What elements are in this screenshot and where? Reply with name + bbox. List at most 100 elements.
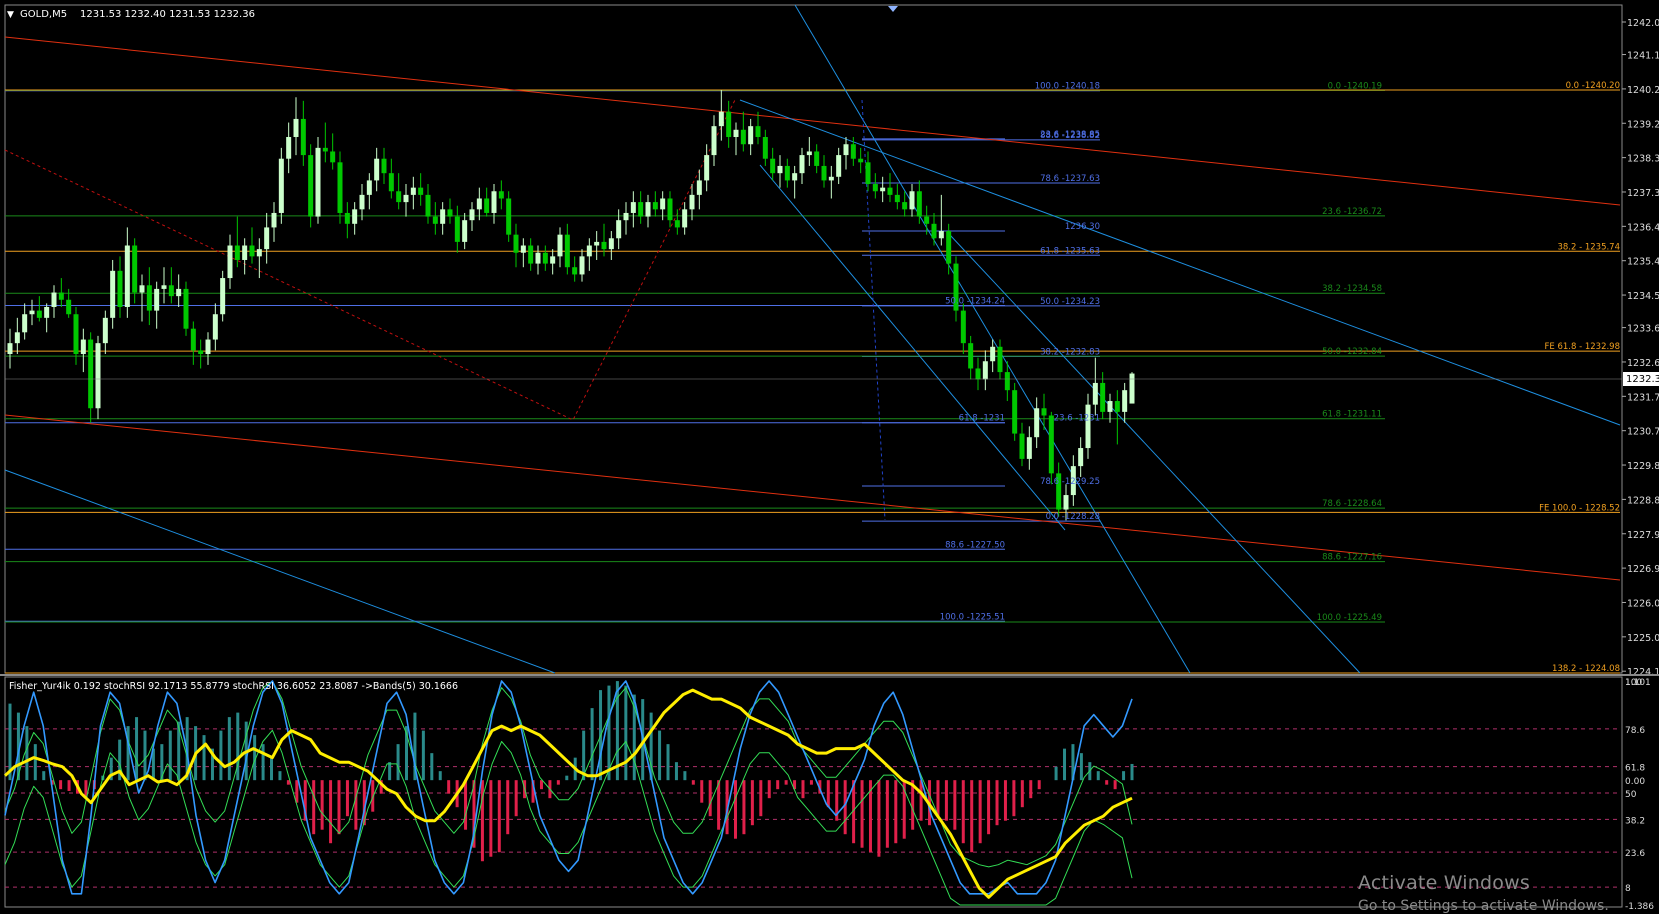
candle-body [513, 234, 519, 253]
candle-body [550, 256, 556, 264]
candle-body [418, 187, 424, 195]
fisher-histogram-bar [168, 730, 172, 781]
fisher-histogram-bar [447, 780, 451, 794]
candle-body [330, 151, 336, 163]
candle-body [733, 129, 739, 138]
candle-body [535, 252, 541, 264]
candle-body [205, 339, 211, 355]
watermark-subtitle: Go to Settings to activate Windows. [1358, 898, 1609, 914]
indicator-axis-label: -1.386 [1625, 902, 1654, 911]
price-axis-label: 1229.83 [1627, 461, 1659, 472]
candle-body [1100, 382, 1106, 412]
candle-body [161, 285, 167, 289]
fisher-histogram-bar [1020, 780, 1024, 808]
candle-body [469, 209, 475, 221]
candle-body [909, 191, 915, 210]
fisher-histogram-bar [919, 780, 923, 821]
candle-body [1078, 448, 1084, 467]
fisher-histogram-bar [784, 780, 788, 785]
candle-body [58, 292, 64, 300]
current-price-label: 1232.36 [1626, 374, 1659, 385]
price-axis-label: 1228.88 [1627, 495, 1659, 506]
candle-body [425, 194, 431, 217]
fib-level-label: 0.0 -1240.19 [1328, 81, 1382, 91]
candle-body [344, 212, 350, 224]
candle-body [645, 202, 651, 217]
fisher-histogram-bar [826, 780, 830, 808]
candle-body [667, 198, 673, 221]
candle-body [1034, 408, 1040, 438]
fisher-histogram-bar [42, 771, 46, 781]
price-axis-label: 1236.43 [1627, 222, 1659, 233]
fisher-histogram-bar [227, 717, 231, 781]
candle-body [623, 212, 629, 221]
fisher-histogram-bar [388, 762, 392, 781]
candle-body [1041, 408, 1047, 416]
candle-body [286, 137, 292, 159]
fisher-histogram-bar [1003, 780, 1007, 821]
fib-level-label: 0.0 -1228.28 [1046, 512, 1100, 522]
trading-chart[interactable]: 100.0 -1240.1823.6 -1238.8588.6 -1238.82… [0, 0, 1659, 911]
candle-body [66, 299, 72, 315]
fisher-histogram-bar [1130, 763, 1134, 781]
fisher-histogram-bar [135, 717, 139, 781]
candle-body [1122, 390, 1128, 412]
fisher-histogram-bar [691, 780, 695, 785]
fisher-histogram-bar [396, 744, 400, 781]
fisher-histogram-bar [860, 780, 864, 848]
candle-body [1026, 437, 1032, 459]
candle-body [322, 147, 328, 152]
candle-body [880, 187, 886, 192]
candle-body [902, 202, 908, 210]
candle-body [51, 292, 57, 307]
candle-body [1129, 373, 1135, 404]
fisher-histogram-bar [1054, 766, 1058, 781]
fib-level-label: 50.0 -1234.24 [945, 297, 1005, 307]
fisher-histogram-bar [295, 780, 299, 803]
fisher-histogram-bar [961, 780, 965, 844]
fisher-histogram-bar [767, 780, 771, 799]
price-axis-label: 1225.08 [1627, 633, 1659, 644]
indicator-axis-label: 38.2 [1625, 816, 1645, 826]
fisher-histogram-bar [1122, 771, 1126, 781]
fib-level-label: 50.0 -1234.23 [1040, 297, 1100, 307]
price-axis-label: 1227.93 [1627, 530, 1659, 541]
fisher-histogram-bar [497, 780, 501, 853]
fisher-histogram-bar [202, 735, 206, 781]
fisher-histogram-bar [438, 771, 442, 781]
candle-body [359, 194, 365, 210]
fib-level-label: 78.6 -1229.25 [1040, 477, 1100, 487]
fisher-histogram-bar [1105, 780, 1109, 785]
candle-body [608, 238, 614, 250]
candle-body [154, 288, 160, 311]
candle-body [198, 350, 204, 355]
candle-body [95, 343, 101, 409]
indicator-axis-label: 100 [1625, 678, 1642, 688]
chart-dropdown-icon[interactable]: ▼ [7, 10, 14, 20]
fisher-histogram-bar [143, 730, 147, 781]
fib-level-label: 38.2 -1234.58 [1322, 284, 1382, 294]
candle-body [476, 198, 482, 210]
fisher-histogram-bar [776, 780, 780, 790]
candle-body [22, 314, 28, 333]
candle-body [777, 165, 783, 174]
candle-body [88, 339, 94, 409]
fisher-histogram-bar [666, 744, 670, 781]
candle-body [711, 126, 717, 156]
candle-body [234, 245, 240, 260]
indicator-header: Fisher_Yur4ik 0.192 stochRSI 92.1713 55.… [9, 681, 458, 692]
candle-body [73, 314, 79, 355]
candle-body [462, 220, 468, 242]
fib-level-label: 23.6 -1231 [1054, 414, 1100, 424]
fisher-histogram-bar [33, 744, 37, 781]
candle-body [946, 231, 952, 264]
fisher-histogram-bar [970, 780, 974, 853]
activate-windows-watermark: Activate Windows Go to Settings to activ… [1358, 872, 1609, 914]
fisher-histogram-bar [978, 780, 982, 844]
candle-body [542, 252, 548, 264]
candle-body [997, 346, 1003, 373]
candle-body [696, 180, 702, 195]
fib-level-label: 0.0 -1240.20 [1566, 81, 1620, 91]
candle-body [836, 155, 842, 177]
candle-body [220, 278, 226, 315]
